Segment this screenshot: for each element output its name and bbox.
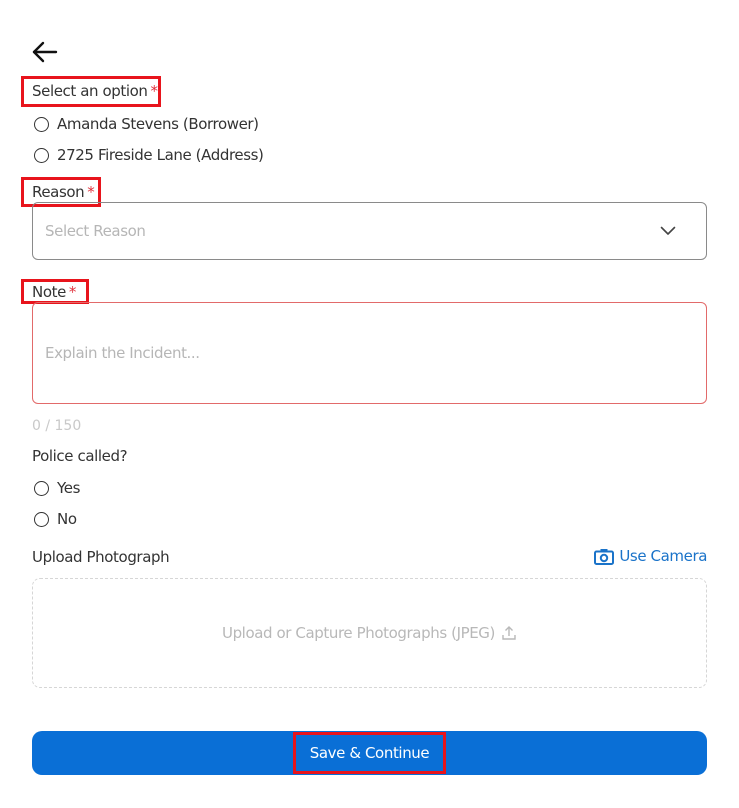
option-radio-label: 2725 Fireside Lane (Address) bbox=[57, 146, 264, 164]
police-label: Police called? bbox=[32, 447, 128, 465]
reason-select[interactable]: Select Reason bbox=[32, 202, 707, 260]
option-radio-address[interactable]: 2725 Fireside Lane (Address) bbox=[34, 146, 264, 164]
reason-placeholder: Select Reason bbox=[45, 222, 146, 240]
use-camera-link[interactable]: Use Camera bbox=[594, 547, 707, 565]
upload-dropzone-text: Upload or Capture Photographs (JPEG) bbox=[221, 624, 495, 642]
radio-circle[interactable] bbox=[34, 147, 49, 163]
required-mark: * bbox=[87, 183, 95, 201]
required-mark: * bbox=[150, 82, 159, 100]
police-radio-label: Yes bbox=[57, 479, 81, 497]
required-mark: * bbox=[68, 283, 77, 301]
police-radio-no[interactable]: No bbox=[34, 510, 77, 528]
upload-dropzone[interactable]: Upload or Capture Photographs (JPEG) bbox=[32, 578, 707, 688]
note-label-text: Note bbox=[32, 283, 66, 301]
save-continue-button[interactable]: Save & Continue bbox=[32, 731, 707, 775]
note-textarea[interactable]: Explain the Incident... bbox=[32, 302, 707, 404]
police-radio-label: No bbox=[57, 510, 77, 528]
radio-circle[interactable] bbox=[34, 480, 49, 496]
note-char-counter: 0 / 150 bbox=[32, 418, 82, 434]
reason-label: Reason * bbox=[32, 183, 95, 201]
back-button[interactable] bbox=[31, 38, 59, 66]
option-radio-label: Amanda Stevens (Borrower) bbox=[57, 115, 259, 133]
note-placeholder: Explain the Incident... bbox=[45, 344, 200, 362]
radio-circle[interactable] bbox=[34, 511, 49, 527]
option-label: Select an option * bbox=[32, 82, 158, 100]
reason-label-text: Reason bbox=[32, 183, 85, 201]
upload-label: Upload Photograph bbox=[32, 548, 170, 566]
use-camera-label: Use Camera bbox=[619, 547, 707, 565]
chevron-down-icon[interactable] bbox=[660, 226, 676, 236]
camera-icon bbox=[594, 548, 615, 565]
save-continue-label: Save & Continue bbox=[292, 732, 447, 774]
option-label-text: Select an option bbox=[32, 82, 148, 100]
radio-circle[interactable] bbox=[34, 116, 49, 132]
note-label: Note * bbox=[32, 283, 76, 301]
police-radio-yes[interactable]: Yes bbox=[34, 479, 80, 497]
option-radio-borrower[interactable]: Amanda Stevens (Borrower) bbox=[34, 115, 259, 133]
upload-icon bbox=[502, 626, 516, 640]
arrow-left-icon bbox=[32, 41, 58, 63]
